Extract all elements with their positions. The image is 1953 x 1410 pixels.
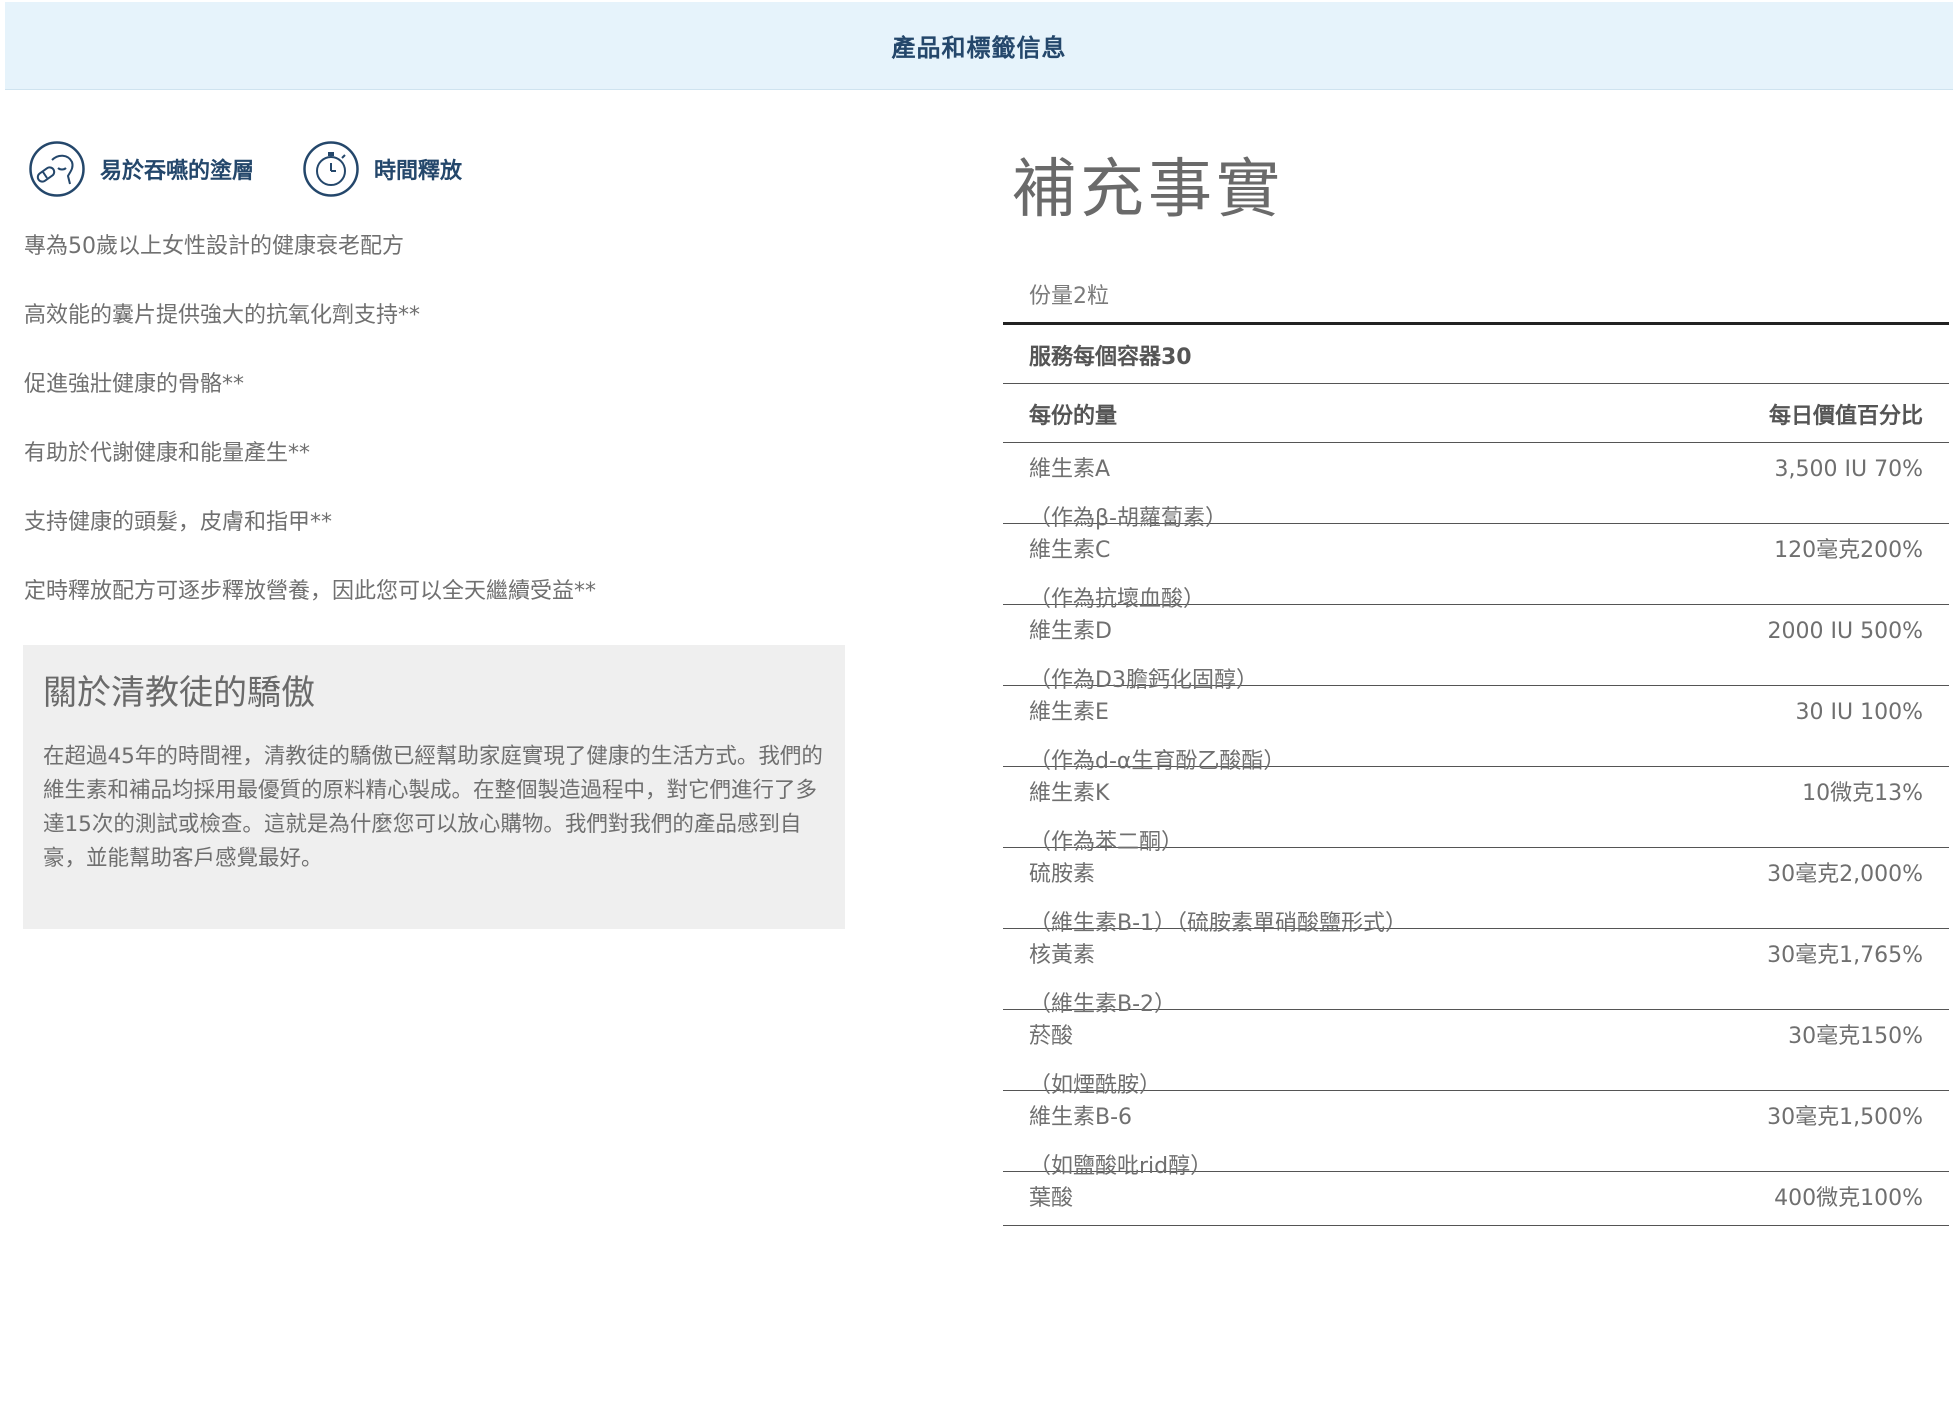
page-header: 產品和標籤信息 xyxy=(5,2,1953,90)
benefit-item: 促進強壯健康的骨骼** xyxy=(24,372,245,397)
nutrient-row: 核黃素 30毫克1,765% （維生素B-2） xyxy=(1003,929,1949,1017)
benefit-list: 專為50歲以上女性設計的健康衰老配方 高效能的囊片提供強大的抗氧化劑支持** 促… xyxy=(24,230,924,644)
supplement-facts-table: 份量2粒 服務每個容器30 每份的量 每日價值百分比 維生素A 3,500 IU … xyxy=(1003,268,1949,1226)
facts-column-header: 每份的量 每日價值百分比 xyxy=(1003,384,1949,443)
nutrient-name: 維生素D xyxy=(1029,619,1112,644)
feature-easy-swallow: 易於吞嚥的塗層 xyxy=(28,140,254,198)
nutrient-row: 維生素K 10微克13% （作為苯二酮） xyxy=(1003,767,1949,855)
feature-badges: 易於吞嚥的塗層 時間釋放 xyxy=(28,140,510,198)
nutrient-row: 菸酸 30毫克150% （如煙酰胺） xyxy=(1003,1010,1949,1098)
column-daily-value: 每日價值百分比 xyxy=(1768,404,1923,429)
nutrient-name: 核黃素 xyxy=(1029,943,1096,968)
nutrient-row: 維生素D 2000 IU 500% （作為D3膽鈣化固醇） xyxy=(1003,605,1949,693)
nutrient-row: 維生素B-6 30毫克1,500% （如鹽酸吡rid醇） xyxy=(1003,1091,1949,1179)
nutrient-name: 葉酸 xyxy=(1029,1186,1074,1211)
nutrient-value: 3,500 IU 70% xyxy=(1774,457,1923,482)
nutrient-row: 維生素C 120毫克200% （作為抗壞血酸） xyxy=(1003,524,1949,612)
nutrient-row: 維生素E 30 IU 100% （作為d-α生育酚乙酸酯） xyxy=(1003,686,1949,774)
about-body: 在超過45年的時間裡，清教徒的驕傲已經幫助家庭實現了健康的生活方式。我們的維生素… xyxy=(43,744,823,871)
nutrient-row: 硫胺素 30毫克2,000% （維生素B-1）（硫胺素單硝酸鹽形式） xyxy=(1003,848,1949,936)
about-panel: 關於清教徒的驕傲 在超過45年的時間裡，清教徒的驕傲已經幫助家庭實現了健康的生活… xyxy=(23,645,845,929)
nutrient-name: 維生素E xyxy=(1029,700,1109,725)
feature-label-time-release: 時間釋放 xyxy=(374,159,463,184)
about-title: 關於清教徒的驕傲 xyxy=(43,673,315,713)
nutrient-value: 120毫克200% xyxy=(1774,538,1923,563)
feature-time-release: 時間釋放 xyxy=(302,140,462,198)
nutrient-value: 30毫克150% xyxy=(1788,1024,1923,1049)
capsule-swallow-icon xyxy=(29,141,85,197)
serving-size: 份量2粒 xyxy=(1003,268,1949,325)
nutrient-value: 10微克13% xyxy=(1802,781,1923,806)
nutrient-value: 30毫克1,500% xyxy=(1767,1105,1923,1130)
nutrient-name: 維生素B-6 xyxy=(1029,1105,1133,1130)
nutrient-value: 30毫克2,000% xyxy=(1767,862,1923,887)
stopwatch-icon xyxy=(303,141,359,197)
nutrient-name: 硫胺素 xyxy=(1029,862,1096,887)
benefit-item: 定時釋放配方可逐步釋放營養，因此您可以全天繼續受益** xyxy=(24,579,597,604)
nutrient-value: 30 IU 100% xyxy=(1795,700,1923,725)
benefit-item: 高效能的囊片提供強大的抗氧化劑支持** xyxy=(24,303,421,328)
column-amount: 每份的量 xyxy=(1029,404,1118,429)
header-title: 產品和標籤信息 xyxy=(891,34,1067,62)
benefit-item: 有助於代謝健康和能量產生** xyxy=(24,441,311,466)
feature-label-easy-swallow: 易於吞嚥的塗層 xyxy=(100,159,255,184)
benefit-item: 專為50歲以上女性設計的健康衰老配方 xyxy=(24,234,404,259)
nutrient-name: 菸酸 xyxy=(1029,1024,1074,1049)
benefit-item: 支持健康的頭髮，皮膚和指甲** xyxy=(24,510,333,535)
nutrient-value: 2000 IU 500% xyxy=(1767,619,1923,644)
nutrient-row: 維生素A 3,500 IU 70% （作為β-胡蘿蔔素） xyxy=(1003,443,1949,531)
supplement-facts-title: 補充事實 xyxy=(1012,153,1284,227)
servings-per-container: 服務每個容器30 xyxy=(1003,325,1949,384)
nutrient-name: 維生素A xyxy=(1029,457,1111,482)
nutrient-name: 維生素K xyxy=(1029,781,1110,806)
nutrient-value: 400微克100% xyxy=(1774,1186,1923,1211)
nutrient-name: 維生素C xyxy=(1029,538,1111,563)
nutrient-value: 30毫克1,765% xyxy=(1767,943,1923,968)
